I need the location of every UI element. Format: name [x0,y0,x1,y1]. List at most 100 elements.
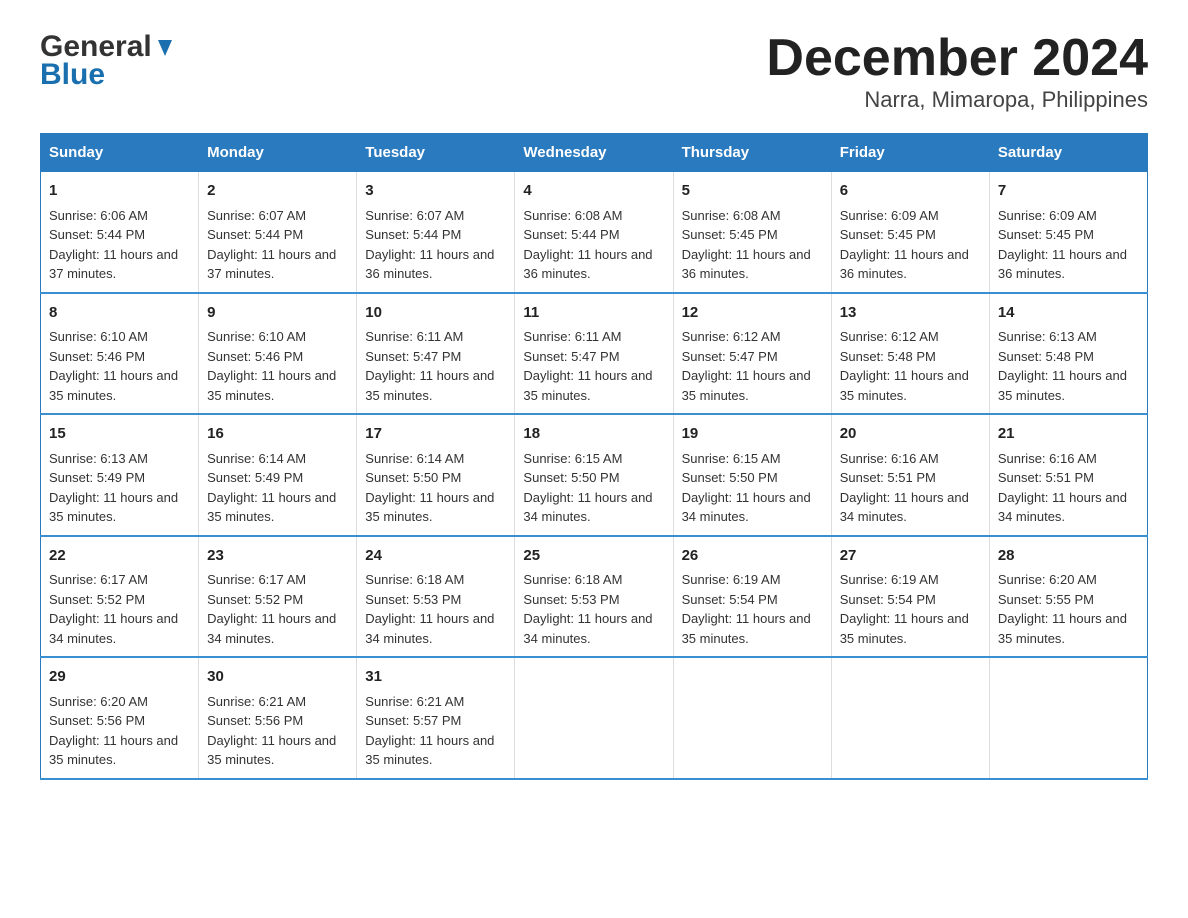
day-info: Sunrise: 6:20 AMSunset: 5:55 PMDaylight:… [998,572,1127,646]
logo: General Blue [40,30,176,92]
logo-blue-text: Blue [40,58,176,92]
day-info: Sunrise: 6:09 AMSunset: 5:45 PMDaylight:… [840,208,969,282]
day-number: 9 [207,302,348,325]
day-info: Sunrise: 6:13 AMSunset: 5:48 PMDaylight:… [998,329,1127,403]
day-cell: 16 Sunrise: 6:14 AMSunset: 5:49 PMDaylig… [199,414,357,536]
day-cell: 28 Sunrise: 6:20 AMSunset: 5:55 PMDaylig… [989,536,1147,658]
calendar-table: SundayMondayTuesdayWednesdayThursdayFrid… [40,133,1148,780]
header-cell-sunday: Sunday [41,134,199,172]
day-info: Sunrise: 6:18 AMSunset: 5:53 PMDaylight:… [365,572,494,646]
day-cell: 7 Sunrise: 6:09 AMSunset: 5:45 PMDayligh… [989,172,1147,293]
day-cell [831,657,989,779]
day-cell: 12 Sunrise: 6:12 AMSunset: 5:47 PMDaylig… [673,293,831,415]
header-cell-thursday: Thursday [673,134,831,172]
day-cell [673,657,831,779]
day-info: Sunrise: 6:09 AMSunset: 5:45 PMDaylight:… [998,208,1127,282]
week-row-2: 8 Sunrise: 6:10 AMSunset: 5:46 PMDayligh… [41,293,1148,415]
day-cell: 19 Sunrise: 6:15 AMSunset: 5:50 PMDaylig… [673,414,831,536]
day-info: Sunrise: 6:16 AMSunset: 5:51 PMDaylight:… [998,451,1127,525]
day-cell: 21 Sunrise: 6:16 AMSunset: 5:51 PMDaylig… [989,414,1147,536]
week-row-3: 15 Sunrise: 6:13 AMSunset: 5:49 PMDaylig… [41,414,1148,536]
day-number: 7 [998,180,1139,203]
day-cell: 22 Sunrise: 6:17 AMSunset: 5:52 PMDaylig… [41,536,199,658]
day-cell: 24 Sunrise: 6:18 AMSunset: 5:53 PMDaylig… [357,536,515,658]
day-cell: 8 Sunrise: 6:10 AMSunset: 5:46 PMDayligh… [41,293,199,415]
day-number: 30 [207,666,348,689]
page-subtitle: Narra, Mimaropa, Philippines [766,87,1148,113]
day-cell: 1 Sunrise: 6:06 AMSunset: 5:44 PMDayligh… [41,172,199,293]
day-cell: 30 Sunrise: 6:21 AMSunset: 5:56 PMDaylig… [199,657,357,779]
day-info: Sunrise: 6:19 AMSunset: 5:54 PMDaylight:… [682,572,811,646]
day-cell: 2 Sunrise: 6:07 AMSunset: 5:44 PMDayligh… [199,172,357,293]
day-cell: 6 Sunrise: 6:09 AMSunset: 5:45 PMDayligh… [831,172,989,293]
header-cell-tuesday: Tuesday [357,134,515,172]
day-cell: 14 Sunrise: 6:13 AMSunset: 5:48 PMDaylig… [989,293,1147,415]
day-info: Sunrise: 6:10 AMSunset: 5:46 PMDaylight:… [49,329,178,403]
day-info: Sunrise: 6:11 AMSunset: 5:47 PMDaylight:… [523,329,652,403]
week-row-5: 29 Sunrise: 6:20 AMSunset: 5:56 PMDaylig… [41,657,1148,779]
calendar-body: 1 Sunrise: 6:06 AMSunset: 5:44 PMDayligh… [41,172,1148,779]
day-cell: 26 Sunrise: 6:19 AMSunset: 5:54 PMDaylig… [673,536,831,658]
day-info: Sunrise: 6:21 AMSunset: 5:57 PMDaylight:… [365,694,494,768]
day-info: Sunrise: 6:18 AMSunset: 5:53 PMDaylight:… [523,572,652,646]
day-number: 4 [523,180,664,203]
header-row: SundayMondayTuesdayWednesdayThursdayFrid… [41,134,1148,172]
day-number: 14 [998,302,1139,325]
week-row-4: 22 Sunrise: 6:17 AMSunset: 5:52 PMDaylig… [41,536,1148,658]
day-info: Sunrise: 6:17 AMSunset: 5:52 PMDaylight:… [207,572,336,646]
logo-arrow-icon [154,36,176,58]
day-number: 19 [682,423,823,446]
day-number: 10 [365,302,506,325]
day-cell: 15 Sunrise: 6:13 AMSunset: 5:49 PMDaylig… [41,414,199,536]
day-info: Sunrise: 6:06 AMSunset: 5:44 PMDaylight:… [49,208,178,282]
day-number: 13 [840,302,981,325]
day-cell: 11 Sunrise: 6:11 AMSunset: 5:47 PMDaylig… [515,293,673,415]
day-info: Sunrise: 6:19 AMSunset: 5:54 PMDaylight:… [840,572,969,646]
day-number: 20 [840,423,981,446]
day-number: 18 [523,423,664,446]
day-cell: 25 Sunrise: 6:18 AMSunset: 5:53 PMDaylig… [515,536,673,658]
header-cell-friday: Friday [831,134,989,172]
day-info: Sunrise: 6:15 AMSunset: 5:50 PMDaylight:… [682,451,811,525]
header-cell-saturday: Saturday [989,134,1147,172]
day-info: Sunrise: 6:13 AMSunset: 5:49 PMDaylight:… [49,451,178,525]
day-cell [515,657,673,779]
day-number: 27 [840,545,981,568]
day-cell: 5 Sunrise: 6:08 AMSunset: 5:45 PMDayligh… [673,172,831,293]
header-cell-wednesday: Wednesday [515,134,673,172]
week-row-1: 1 Sunrise: 6:06 AMSunset: 5:44 PMDayligh… [41,172,1148,293]
day-info: Sunrise: 6:08 AMSunset: 5:45 PMDaylight:… [682,208,811,282]
title-section: December 2024 Narra, Mimaropa, Philippin… [766,30,1148,113]
day-number: 5 [682,180,823,203]
day-number: 21 [998,423,1139,446]
day-cell: 9 Sunrise: 6:10 AMSunset: 5:46 PMDayligh… [199,293,357,415]
day-number: 11 [523,302,664,325]
day-cell: 27 Sunrise: 6:19 AMSunset: 5:54 PMDaylig… [831,536,989,658]
day-number: 17 [365,423,506,446]
day-info: Sunrise: 6:16 AMSunset: 5:51 PMDaylight:… [840,451,969,525]
day-number: 12 [682,302,823,325]
day-cell: 3 Sunrise: 6:07 AMSunset: 5:44 PMDayligh… [357,172,515,293]
day-number: 28 [998,545,1139,568]
page-header: General Blue December 2024 Narra, Mimaro… [40,30,1148,113]
day-cell: 13 Sunrise: 6:12 AMSunset: 5:48 PMDaylig… [831,293,989,415]
day-info: Sunrise: 6:12 AMSunset: 5:48 PMDaylight:… [840,329,969,403]
page-title: December 2024 [766,30,1148,87]
day-cell: 18 Sunrise: 6:15 AMSunset: 5:50 PMDaylig… [515,414,673,536]
day-cell: 31 Sunrise: 6:21 AMSunset: 5:57 PMDaylig… [357,657,515,779]
day-info: Sunrise: 6:08 AMSunset: 5:44 PMDaylight:… [523,208,652,282]
day-info: Sunrise: 6:15 AMSunset: 5:50 PMDaylight:… [523,451,652,525]
day-info: Sunrise: 6:07 AMSunset: 5:44 PMDaylight:… [365,208,494,282]
day-info: Sunrise: 6:14 AMSunset: 5:49 PMDaylight:… [207,451,336,525]
day-info: Sunrise: 6:14 AMSunset: 5:50 PMDaylight:… [365,451,494,525]
day-cell: 17 Sunrise: 6:14 AMSunset: 5:50 PMDaylig… [357,414,515,536]
day-info: Sunrise: 6:11 AMSunset: 5:47 PMDaylight:… [365,329,494,403]
day-info: Sunrise: 6:10 AMSunset: 5:46 PMDaylight:… [207,329,336,403]
day-cell: 10 Sunrise: 6:11 AMSunset: 5:47 PMDaylig… [357,293,515,415]
day-number: 26 [682,545,823,568]
day-cell [989,657,1147,779]
day-number: 3 [365,180,506,203]
day-cell: 4 Sunrise: 6:08 AMSunset: 5:44 PMDayligh… [515,172,673,293]
day-number: 15 [49,423,190,446]
day-number: 23 [207,545,348,568]
